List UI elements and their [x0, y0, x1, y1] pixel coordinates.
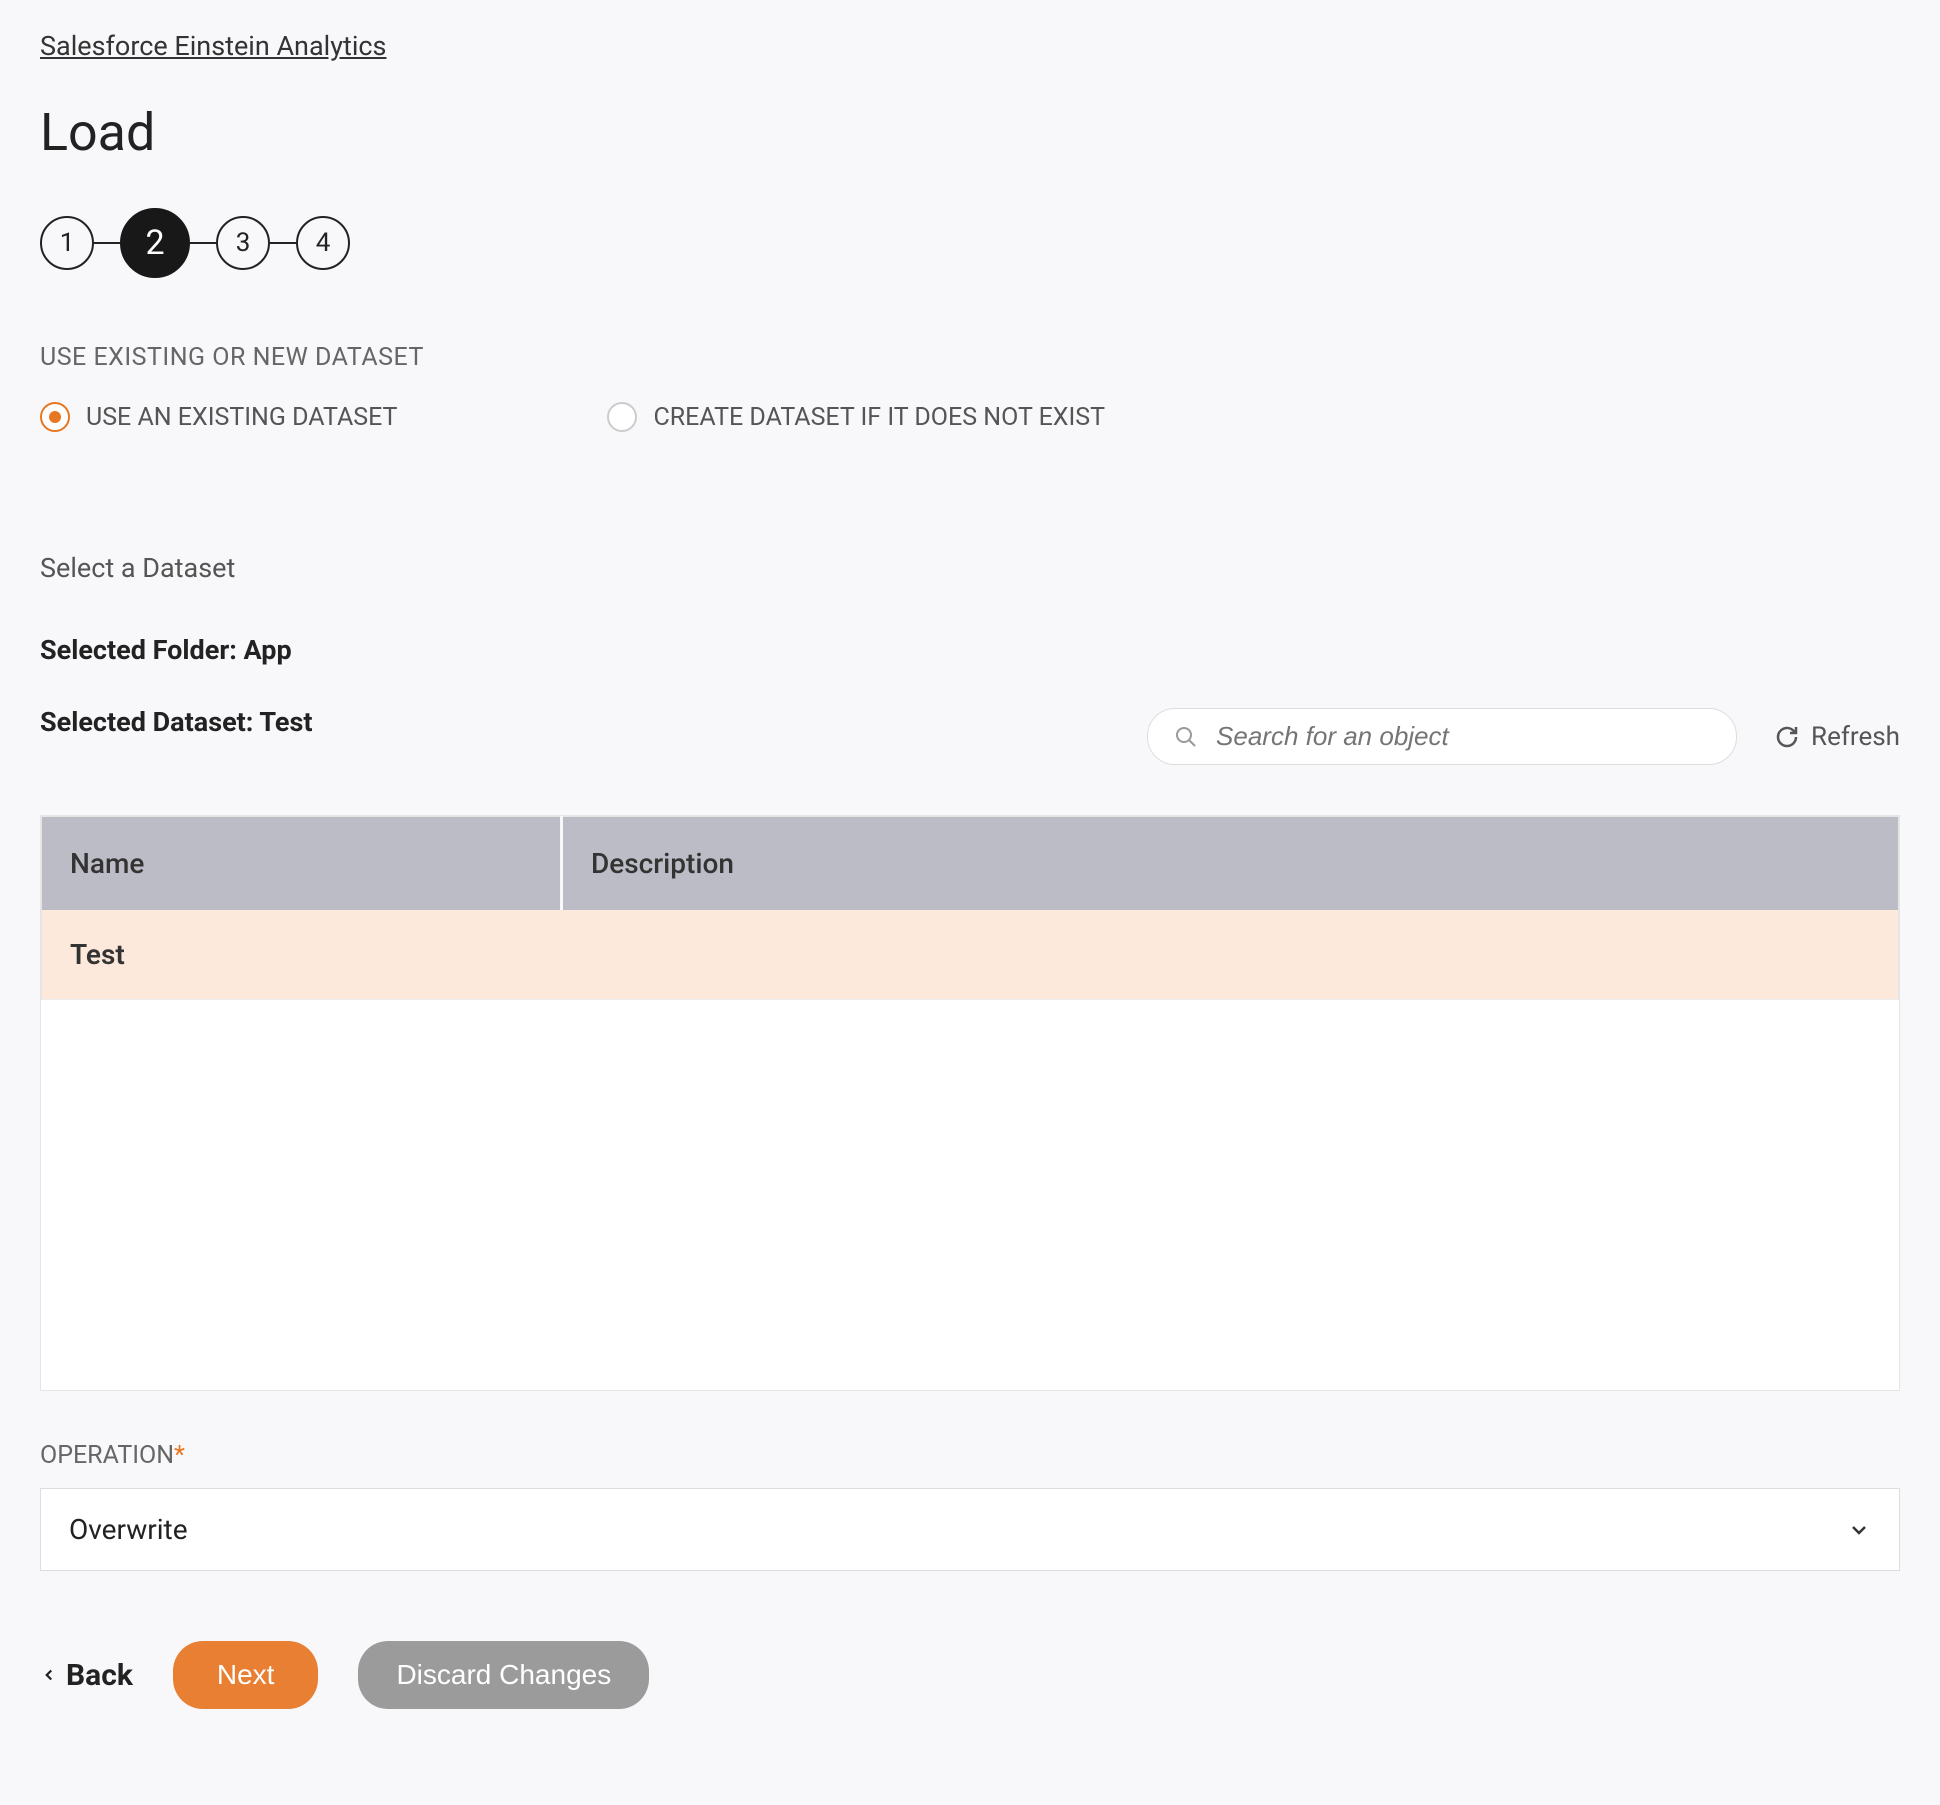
table-empty-area [41, 1000, 1899, 1390]
radio-label: USE AN EXISTING DATASET [86, 403, 397, 432]
stepper: 1 2 3 4 [40, 208, 1900, 278]
step-4[interactable]: 4 [296, 216, 350, 270]
step-connector [94, 242, 120, 244]
radio-create-if-not-exist[interactable]: CREATE DATASET IF IT DOES NOT EXIST [607, 402, 1105, 432]
step-2[interactable]: 2 [120, 208, 190, 278]
back-button[interactable]: Back [40, 1658, 133, 1693]
col-header-description[interactable]: Description [561, 817, 1898, 911]
operation-value: Overwrite [69, 1513, 188, 1546]
table-row[interactable]: Test [42, 910, 1899, 1000]
step-connector [190, 242, 216, 244]
footer-buttons: Back Next Discard Changes [40, 1641, 1900, 1709]
select-dataset-label: Select a Dataset [40, 552, 1900, 584]
step-1[interactable]: 1 [40, 216, 94, 270]
operation-label: OPERATION* [40, 1441, 1900, 1470]
search-input[interactable] [1216, 721, 1710, 752]
operation-select[interactable]: Overwrite [40, 1488, 1900, 1571]
col-header-name[interactable]: Name [42, 817, 562, 911]
radio-label: CREATE DATASET IF IT DOES NOT EXIST [653, 403, 1105, 432]
page-title: Load [40, 102, 1900, 163]
chevron-left-icon [40, 1666, 58, 1684]
required-star-icon: * [174, 1441, 185, 1470]
refresh-button[interactable]: Refresh [1775, 722, 1900, 752]
step-3[interactable]: 3 [216, 216, 270, 270]
dataset-mode-radio-group: USE AN EXISTING DATASET CREATE DATASET I… [40, 402, 1900, 432]
selected-folder: Selected Folder: App [40, 634, 1900, 666]
cell-name: Test [42, 910, 562, 1000]
breadcrumb[interactable]: Salesforce Einstein Analytics [40, 30, 386, 62]
cell-description [561, 910, 1898, 1000]
discard-button[interactable]: Discard Changes [358, 1641, 649, 1709]
step-connector [270, 242, 296, 244]
search-box[interactable] [1147, 708, 1737, 765]
dataset-mode-label: USE EXISTING OR NEW DATASET [40, 343, 1900, 372]
refresh-icon [1775, 725, 1799, 749]
search-icon [1174, 725, 1198, 749]
back-label: Back [66, 1658, 133, 1693]
dataset-table: Name Description Test [40, 815, 1900, 1391]
next-button[interactable]: Next [173, 1641, 319, 1709]
chevron-down-icon [1847, 1518, 1871, 1542]
radio-use-existing[interactable]: USE AN EXISTING DATASET [40, 402, 397, 432]
refresh-label: Refresh [1811, 722, 1900, 752]
radio-button-icon [40, 402, 70, 432]
radio-button-icon [607, 402, 637, 432]
